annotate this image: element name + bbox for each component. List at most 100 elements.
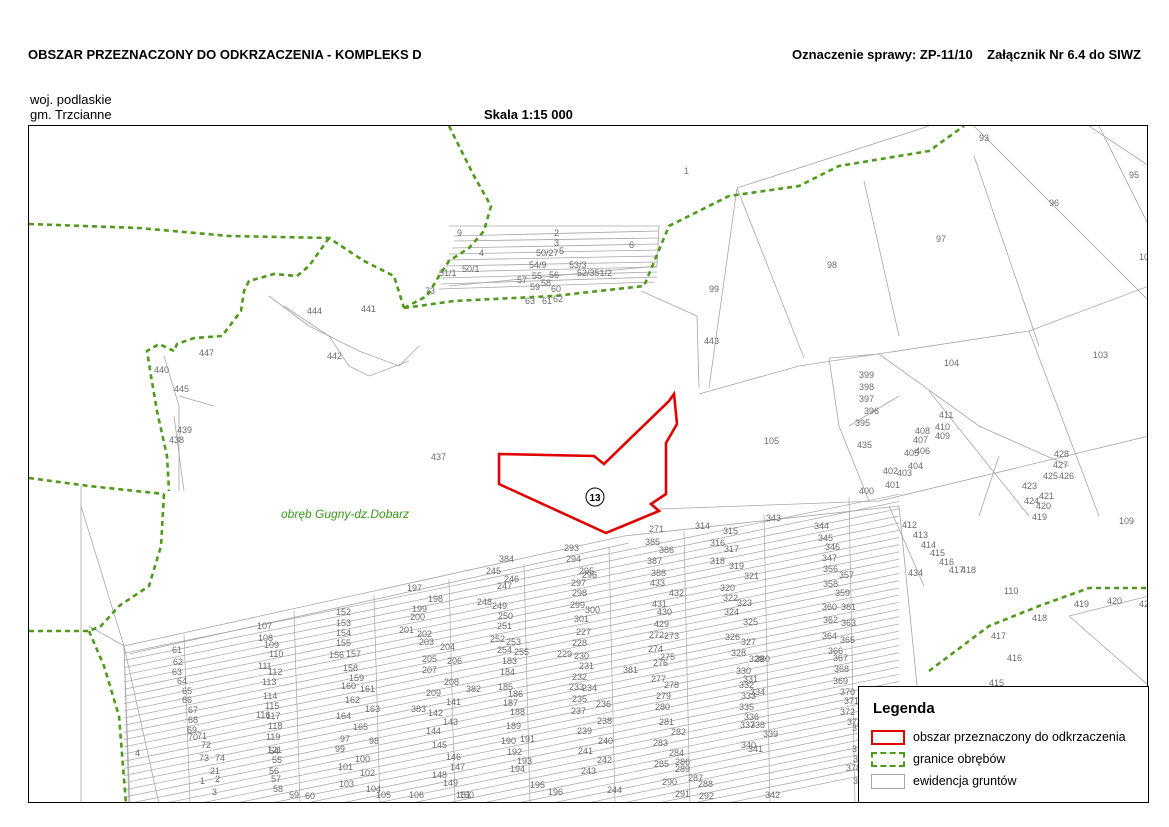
parcel-number: 413 [913,530,928,540]
case-reference: Oznaczenie sprawy: ZP-11/10 Załącznik Nr… [792,47,1141,62]
parcel-number: 417 [991,631,1006,641]
parcel-number: 321 [744,571,759,581]
parcel-number: 326 [725,632,740,642]
parcel-number: 195 [530,780,545,790]
parcel-number: 372 [840,707,855,717]
parcel-number: 61 [542,296,552,306]
parcel-number: 411 [939,410,953,420]
parcel-number: 67 [188,705,198,715]
parcel-number: 231 [579,661,594,671]
legend-item-label: granice obrębów [913,752,1006,766]
parcel-number: 145 [432,740,447,750]
parcel-number: 106 [409,790,424,800]
parcel-number: 2 [554,228,559,238]
parcel-number: 384 [499,554,514,564]
parcel-number: 239 [577,726,592,736]
parcel-number: 242 [597,755,612,765]
parcel-number: 72 [201,740,211,750]
clearing-area[interactable]: 13 [497,390,679,535]
parcel-number: 301 [574,614,589,624]
parcel-number: 238 [597,716,612,726]
parcel-number: 234 [582,683,597,693]
parcel-number: 6 [629,240,634,250]
parcel-number: 434 [908,568,923,578]
parcel-number: 4 [135,748,140,758]
parcel-number: 371 [844,696,859,706]
parcel-number: 66 [182,695,192,705]
parcel-number: 421 [1139,599,1148,609]
parcel-number: 278 [664,680,679,690]
parcel-number: 99 [335,744,345,754]
parcel-number: 1 [684,166,689,176]
parcel-number: 165 [353,722,368,732]
parcel-number: 276 [653,658,668,668]
legend-gray-swatch [871,774,905,789]
parcel-number: 346 [825,542,840,552]
parcel-number: 98 [369,736,379,746]
parcel-number: 207 [422,665,437,675]
parcel-number: 114 [263,691,277,701]
parcel-number: 50/27 [536,248,559,258]
parcel-number: 334 [750,687,765,697]
parcel-number: 149 [443,778,458,788]
parcel-number: 118 [268,721,282,731]
parcel-number: 232 [572,672,587,682]
parcel-number: 151 [456,790,471,800]
parcel-number: 324 [724,607,739,617]
parcel-number: 113 [262,677,276,687]
parcel-number: 64 [177,676,187,686]
parcel-number: 230 [574,651,589,661]
parcel-number: 109 [1119,516,1134,526]
parcel-number: 386 [659,545,674,555]
parcel-number: 388 [651,568,666,578]
parcel-number: 58 [273,784,283,794]
parcel-number: 156 [329,650,344,660]
parcel-number: 190 [501,736,516,746]
parcel-number: 205 [422,654,437,664]
parcel-number: 153 [336,618,351,628]
parcel-number: 344 [814,521,829,531]
parcel-number: 294 [566,554,581,564]
parcel-number: 55 [272,755,282,765]
parcel-number: 143 [443,717,458,727]
parcel-number: 252 [490,634,505,644]
parcel-number: 419 [1074,599,1089,609]
parcel-number: 57 [271,774,281,784]
parcel-number: 401 [885,480,900,490]
legend-title: Legenda [873,700,935,717]
clearing-area-outline[interactable] [497,390,679,535]
parcel-number: 63 [525,296,535,306]
parcel-number: 62 [553,294,563,304]
parcel-number: 3 [212,787,217,797]
parcel-number: 4 [479,248,484,258]
parcel-number: 357 [839,570,854,580]
parcel-number: 407 [913,435,928,445]
parcel-number: 196 [548,787,563,797]
parcel-number: 105 [764,436,779,446]
parcel-number: 2 [215,774,220,784]
parcel-number: 250 [498,611,513,621]
parcel-number: 298 [572,588,587,598]
parcel-number: 197 [407,583,422,593]
parcel-number: 425 [1043,471,1058,481]
parcel-number: 103 [1093,350,1108,360]
parcel-number: 328 [731,648,746,658]
parcel-number: 203 [419,637,434,647]
parcel-number: 51/1 [439,268,457,278]
parcel-number: 426 [1059,471,1074,481]
parcel-number: 432 [669,588,684,598]
parcel-number: 280 [655,702,670,712]
parcel-number: 341 [748,744,763,754]
parcel-number: 97 [936,234,946,244]
parcel-number: 101 [338,762,353,772]
parcel-number: 68 [188,715,198,725]
parcel-number: 362 [823,615,838,625]
parcel-number: 97 [340,734,350,744]
parcel-number: 279 [656,691,671,701]
parcel-number: 412 [902,520,917,530]
parcel-number: 59 [289,790,299,800]
parcel-number: 191 [520,734,535,744]
parcel-number: 60 [305,791,315,801]
parcel-number: 444 [307,306,322,316]
legend-item-label: ewidencja gruntów [913,774,1017,788]
